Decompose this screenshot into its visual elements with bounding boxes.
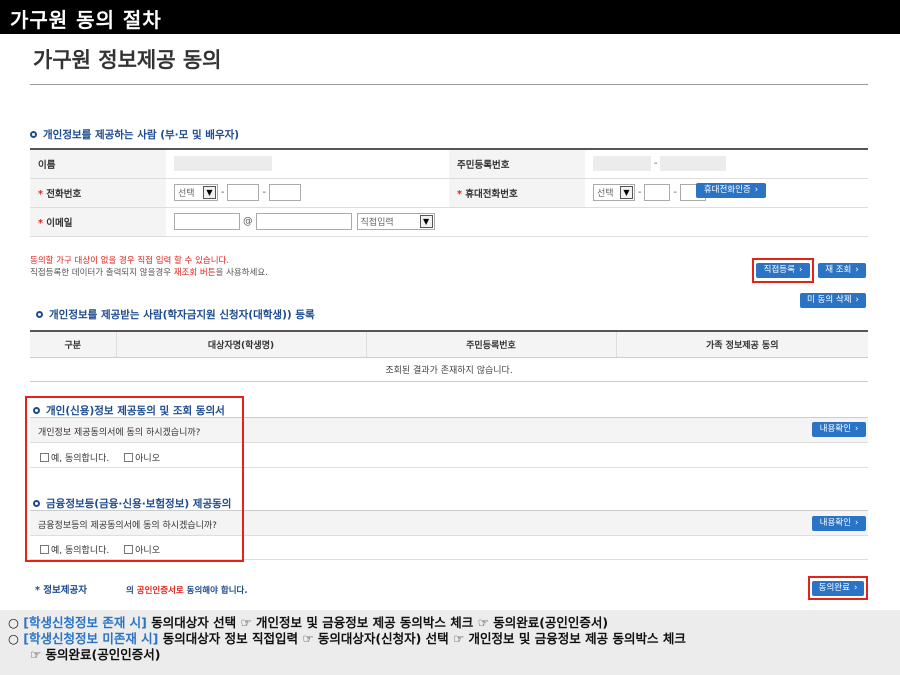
chevron-down-icon: ▼ (419, 215, 433, 228)
receiver-table: 구분 대상자명(학생명) 주민등록번호 가족 정보제공 동의 조회된 결과가 존… (30, 330, 868, 382)
col-header-type: 구분 (30, 331, 116, 358)
procedure-line-2: ○ [학생신청정보 미존재 시] 동의대상자 정보 직접입력 ☞ 동의대상자(신… (8, 631, 900, 647)
procedure-info: ○ [학생신청정보 존재 시] 동의대상자 선택 ☞ 개인정보 및 금융정보 제… (0, 610, 900, 675)
direct-input-note: 동의할 가구 대상이 없을 경우 직접 입력 할 수 있습니다. (30, 256, 230, 266)
rrn-cell: - (585, 149, 868, 179)
chevron-right-icon: › (855, 295, 859, 305)
mobile-dash-2: - (673, 187, 677, 198)
phone-last-input[interactable] (268, 184, 301, 201)
line1-text: 동의대상자 선택 ☞ 개인정보 및 금융정보 제공 동의박스 체크 ☞ 동의완료… (146, 615, 609, 630)
provider-message: 의 공인인증서로 동의해야 합니다. (126, 584, 248, 596)
highlight-box-complete (808, 576, 868, 600)
provider-msg-highlight: 공인인증서로 (136, 586, 184, 596)
mobile-dash-1: - (638, 187, 642, 198)
view-content-label-1: 내용확인 (819, 424, 851, 434)
highlight-box-register (752, 258, 814, 283)
chevron-down-icon: ▼ (620, 186, 633, 199)
mobile-mid-input[interactable] (644, 184, 671, 201)
email-cell: @ 직접입력 ▼ (166, 207, 868, 237)
page-title: 가구원 정보제공 동의 (33, 48, 222, 72)
rrn-label: 주민등록번호 (449, 149, 585, 179)
phone-area-select[interactable]: 선택 ▼ (174, 184, 218, 201)
name-cell (166, 149, 449, 179)
delete-unconsented-label: 미 동의 삭제 (807, 295, 852, 305)
name-label: 이름 (30, 149, 166, 179)
line1-bullet: ○ (8, 615, 24, 630)
rrn-back-field[interactable] (660, 156, 727, 172)
rrn-front-field[interactable] (593, 156, 651, 172)
banner-title: 가구원 동의 절차 (10, 8, 162, 32)
phone-mid-input[interactable] (227, 184, 260, 201)
email-domain-select[interactable]: 직접입력 ▼ (356, 213, 435, 230)
top-banner: 가구원 동의 절차 (0, 0, 900, 34)
col-header-consent: 가족 정보제공 동의 (615, 331, 868, 358)
provider-label: * 정보제공자 (35, 585, 87, 596)
mobile-verify-label: 휴대전화인증 (703, 185, 751, 195)
email-select-text: 직접입력 (360, 218, 394, 228)
line1-highlight: [학생신청정보 존재 시] (23, 615, 147, 630)
name-field[interactable] (174, 156, 272, 172)
receiver-section-heading: 개인정보를 제공받는 사람(학자금지원 신청자(대학생)) 등록 (36, 307, 315, 322)
email-id-input[interactable] (174, 213, 240, 230)
rrn-label-text: 주민등록번호 (457, 159, 510, 171)
provider-msg-suffix: 동의해야 합니다. (183, 586, 248, 596)
view-content-label-2: 내용확인 (819, 518, 851, 528)
chevron-right-icon: › (855, 265, 859, 275)
phone-select-text: 선택 (178, 189, 195, 199)
email-domain-input[interactable] (255, 213, 352, 230)
col-header-rrn: 주민등록번호 (365, 331, 616, 358)
chevron-right-icon: › (754, 185, 759, 195)
line2-text: 동의대상자 정보 직접입력 ☞ 동의대상자(신청자) 선택 ☞ 개인정보 및 금… (158, 631, 686, 646)
highlight-box-consents (25, 396, 244, 562)
chevron-down-icon: ▼ (203, 186, 216, 199)
empty-result-row: 조회된 결과가 존재하지 않습니다. (30, 357, 868, 382)
title-divider (30, 84, 868, 85)
mobile-verify-button[interactable]: 휴대전화인증 › (696, 183, 766, 198)
re-lookup-label: 재 조회 (825, 265, 852, 275)
procedure-line-1: ○ [학생신청정보 존재 시] 동의대상자 선택 ☞ 개인정보 및 금융정보 제… (8, 615, 900, 631)
at-sign: @ (243, 216, 253, 227)
email-label: * 이메일 (30, 207, 166, 237)
mobile-label: * 휴대전화번호 (449, 178, 585, 208)
receiver-heading-text: 개인정보를 제공받는 사람(학자금지원 신청자(대학생)) 등록 (49, 309, 315, 321)
note-highlight: 재조회 버튼 (173, 268, 216, 278)
mobile-select-text: 선택 (597, 189, 614, 199)
bullet-circle-icon (36, 311, 43, 318)
provider-msg-prefix: 의 (126, 586, 137, 596)
provider-section-heading: 개인정보를 제공하는 사람 (부·모 및 배우자) (30, 127, 239, 142)
chevron-right-icon: › (854, 424, 859, 434)
note-prefix: 직접등록한 데이터가 출력되지 않을경우 (30, 268, 174, 278)
re-lookup-button[interactable]: 재 조회 › (818, 263, 866, 278)
chevron-right-icon: › (854, 518, 859, 528)
view-content-button-2[interactable]: 내용확인 › (812, 516, 866, 531)
procedure-line-3: ☞ 동의완료(공인인증서) (30, 647, 161, 662)
email-label-text: 이메일 (46, 217, 73, 229)
rrn-dash: - (654, 158, 658, 170)
phone-dash-1: - (221, 187, 225, 198)
view-content-button-1[interactable]: 내용확인 › (812, 422, 866, 437)
name-label-text: 이름 (38, 159, 56, 171)
mobile-prefix-select[interactable]: 선택 ▼ (593, 184, 635, 201)
delete-unconsented-button[interactable]: 미 동의 삭제 › (800, 293, 866, 308)
phone-cell: 선택 ▼ - - (166, 178, 449, 208)
relookup-note: 직접등록한 데이터가 출력되지 않을경우 재조회 버튼을 사용하세요. (30, 266, 268, 278)
phone-dash-2: - (262, 187, 266, 198)
phone-label-text: 전화번호 (46, 188, 82, 200)
provider-heading-text: 개인정보를 제공하는 사람 (부·모 및 배우자) (43, 129, 240, 141)
line2-bullet: ○ (8, 631, 24, 646)
phone-label: * 전화번호 (30, 178, 166, 208)
note-suffix: 을 사용하세요. (215, 268, 268, 278)
bullet-circle-icon (30, 131, 37, 138)
line2-highlight: [학생신청정보 미존재 시] (23, 631, 159, 646)
mobile-label-text: 휴대전화번호 (465, 188, 518, 200)
col-header-name: 대상자명(학생명) (115, 331, 366, 358)
